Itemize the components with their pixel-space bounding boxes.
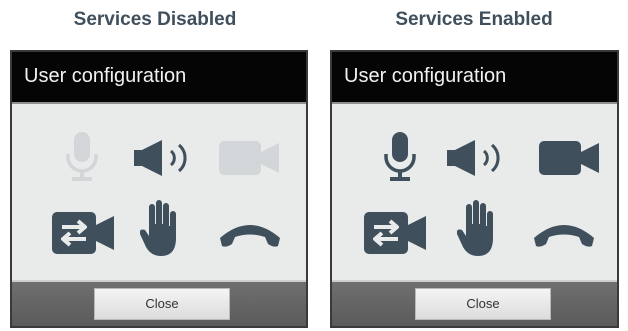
dialog-footer: Close — [12, 280, 306, 326]
microphone-icon[interactable] — [62, 132, 102, 182]
services-enabled-caption: Services Enabled — [395, 9, 553, 30]
dialog-header: User configuration — [332, 52, 617, 104]
switch-camera-icon[interactable] — [364, 212, 426, 254]
user-configuration-dialog-enabled: User configuration Close — [330, 50, 619, 328]
speaker-icon[interactable] — [134, 140, 196, 176]
raise-hand-icon[interactable] — [140, 200, 178, 258]
close-button[interactable]: Close — [94, 288, 230, 320]
microphone-icon[interactable] — [380, 132, 420, 182]
hang-up-icon[interactable] — [534, 220, 594, 248]
raise-hand-icon[interactable] — [457, 200, 495, 258]
speaker-icon[interactable] — [447, 140, 509, 176]
hang-up-icon[interactable] — [220, 220, 280, 248]
dialog-title: User configuration — [24, 65, 187, 87]
dialog-header: User configuration — [12, 52, 306, 104]
close-button[interactable]: Close — [415, 288, 551, 320]
video-camera-icon[interactable] — [219, 141, 279, 175]
user-configuration-dialog-disabled: User configuration Close — [10, 50, 308, 328]
video-camera-icon[interactable] — [539, 141, 599, 175]
dialog-title: User configuration — [344, 65, 507, 87]
services-disabled-caption: Services Disabled — [73, 9, 237, 30]
dialog-footer: Close — [332, 280, 617, 326]
switch-camera-icon[interactable] — [52, 212, 114, 254]
